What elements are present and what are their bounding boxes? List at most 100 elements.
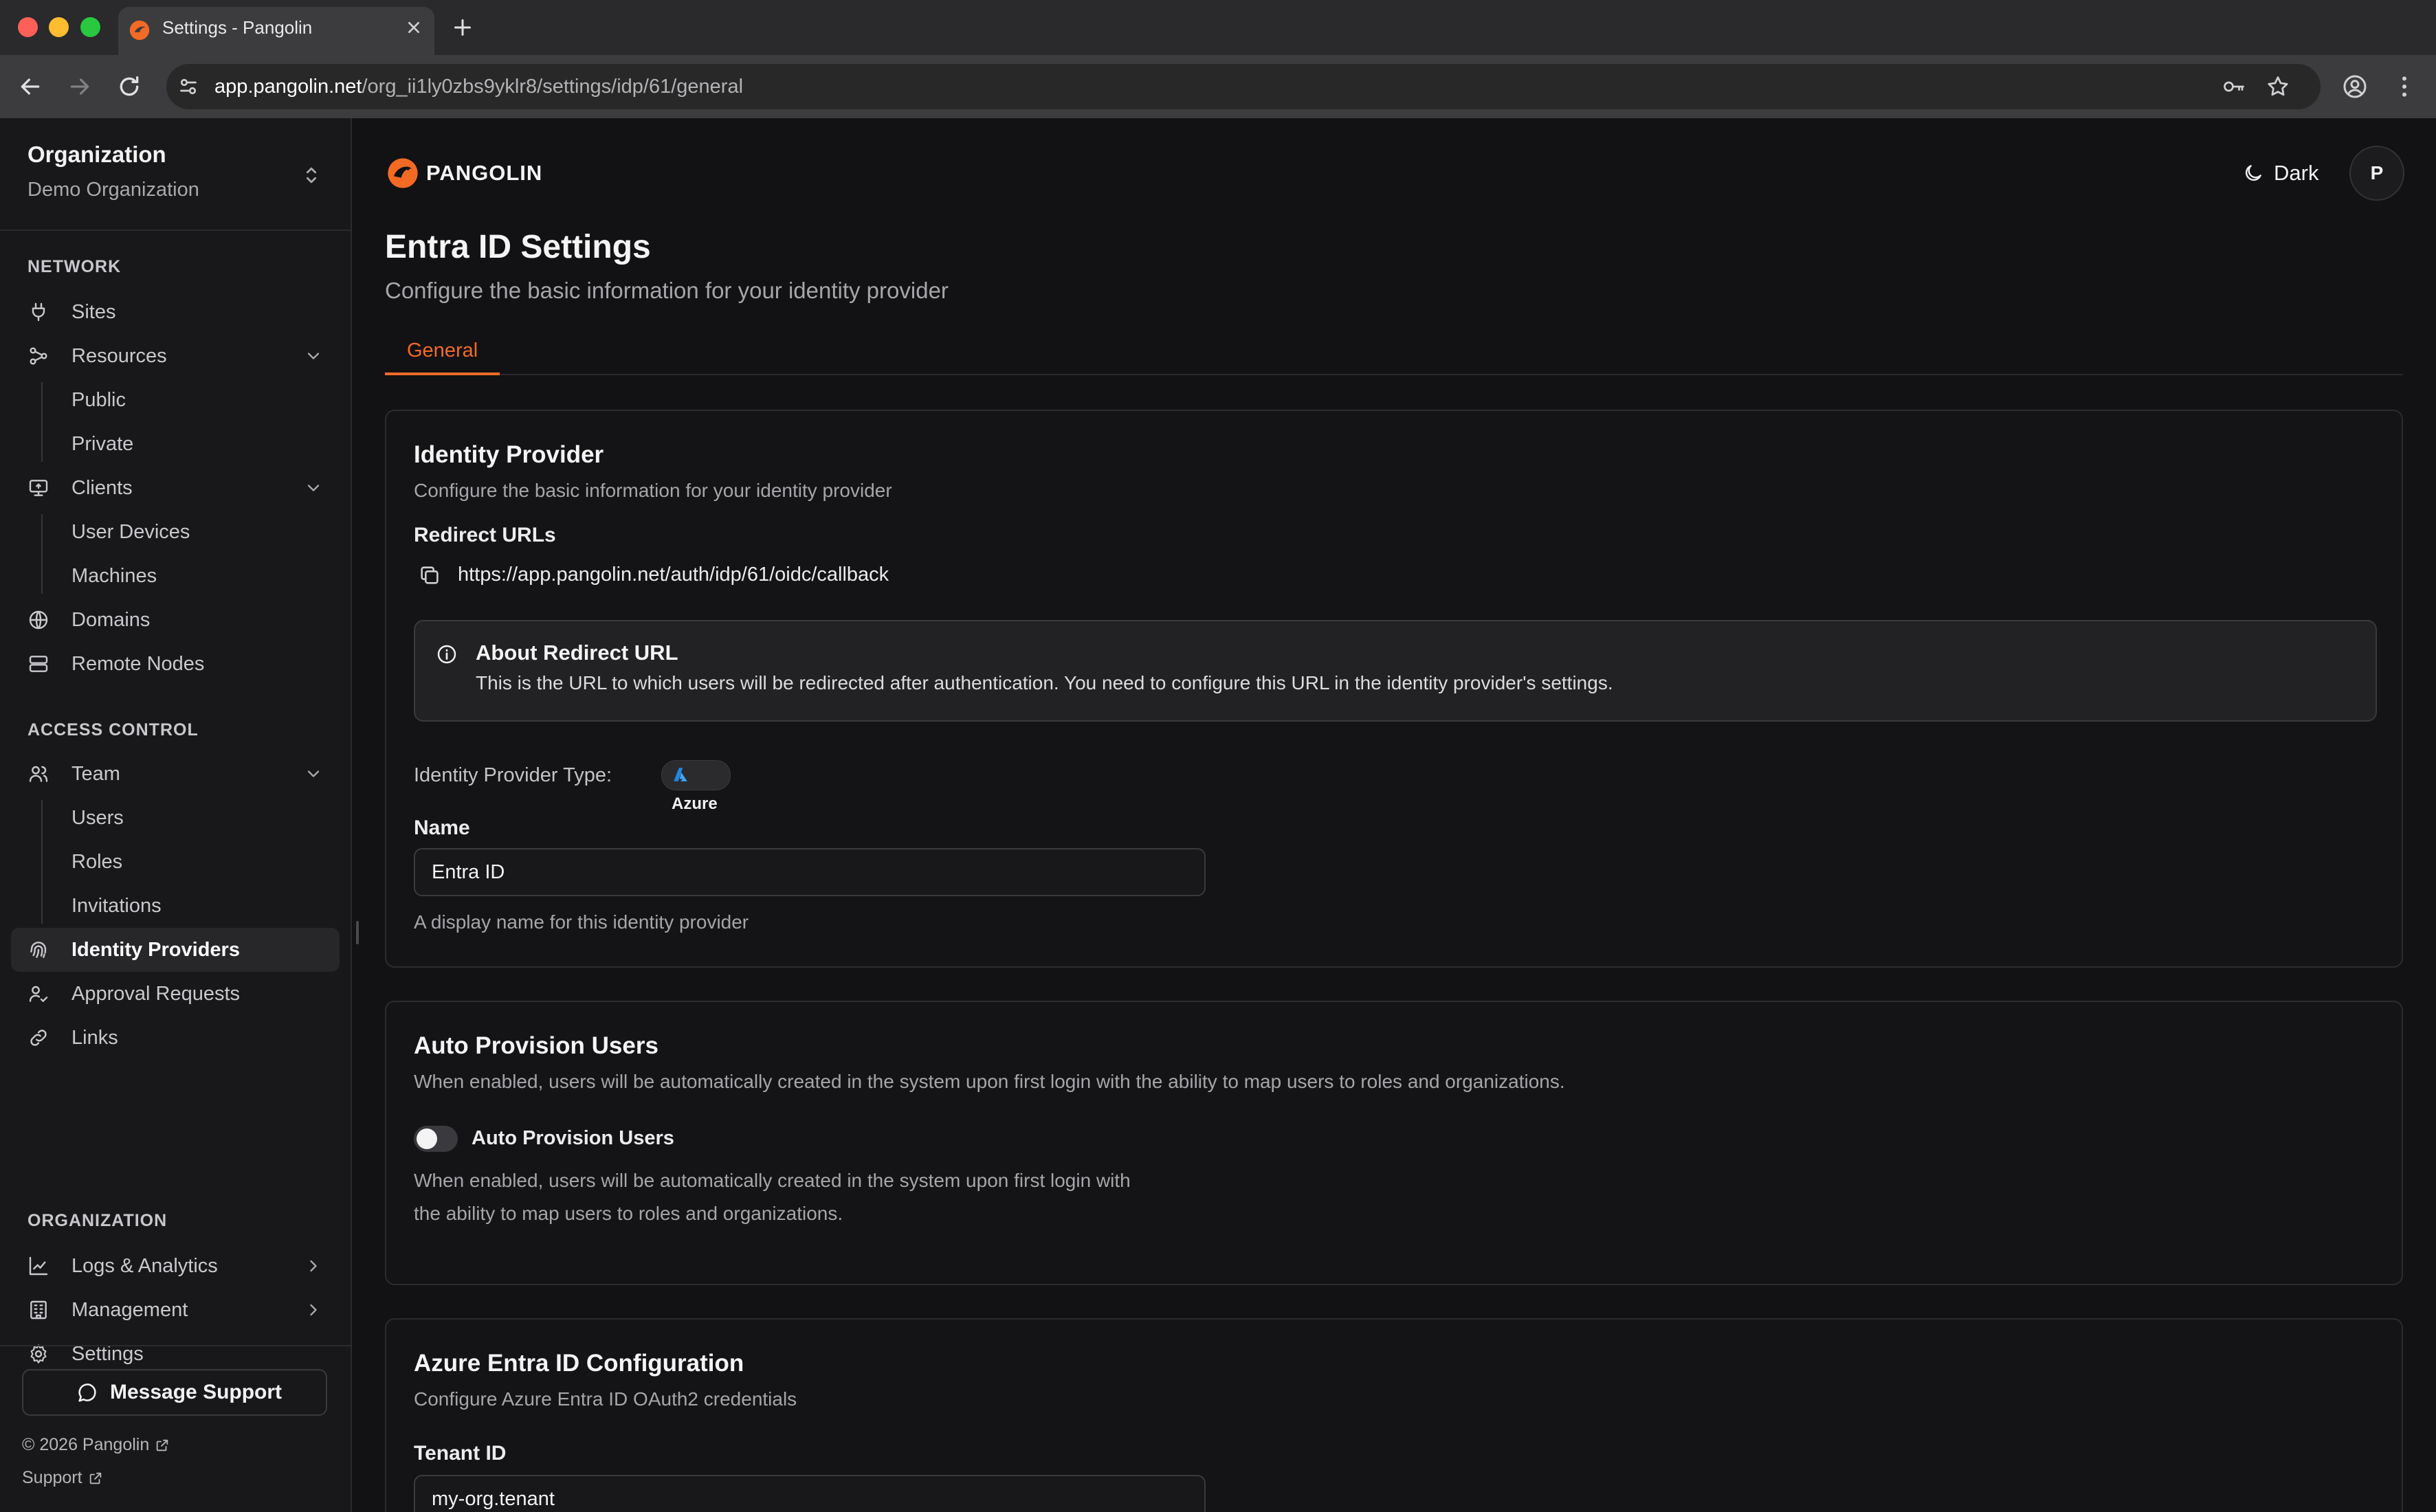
profile-icon[interactable] <box>2341 73 2369 100</box>
azure-config-card: Azure Entra ID Configuration Configure A… <box>385 1318 2403 1512</box>
users-icon <box>27 763 49 785</box>
main-content: PANGOLIN Dark P Entra ID Settings Config… <box>352 118 2436 1512</box>
sidebar-item-roles[interactable]: Roles <box>11 840 340 884</box>
sidebar-item-logs-analytics[interactable]: Logs & Analytics <box>11 1244 340 1288</box>
globe-icon <box>27 609 49 631</box>
sidebar-item-management[interactable]: Management <box>11 1288 340 1332</box>
chart-line-icon <box>27 1255 49 1277</box>
sidebar-item-public[interactable]: Public <box>11 378 340 422</box>
org-switcher[interactable]: Organization Demo Organization <box>27 142 323 210</box>
sidebar-item-label: Domains <box>71 609 151 631</box>
alert-text: This is the URL to which users will be r… <box>476 672 1613 693</box>
monitor-icon <box>27 477 49 499</box>
page-title: Entra ID Settings <box>385 229 651 265</box>
site-settings-icon[interactable] <box>176 74 201 99</box>
identity-provider-card: Identity Provider Configure the basic in… <box>385 410 2403 968</box>
sidebar-item-invitations[interactable]: Invitations <box>11 884 340 928</box>
chevron-right-icon <box>304 1300 323 1320</box>
redirect-url: https://app.pangolin.net/auth/idp/61/oid… <box>458 564 889 586</box>
name-input[interactable]: Entra ID <box>414 848 1206 896</box>
copy-icon[interactable] <box>418 564 441 587</box>
toggle-knob <box>417 1129 437 1149</box>
tab-general[interactable]: General <box>385 337 500 375</box>
password-key-icon[interactable] <box>2222 74 2246 99</box>
sidebar-item-label: Public <box>71 389 126 411</box>
auto-provision-toggle[interactable] <box>414 1126 458 1152</box>
sidebar-item-approval-requests[interactable]: Approval Requests <box>11 972 340 1016</box>
sidebar-item-users[interactable]: Users <box>11 796 340 840</box>
app-window: Organization Demo Organization NETWORK S… <box>0 118 2436 1512</box>
server-icon <box>27 653 49 675</box>
sidebar-item-label: Private <box>71 433 134 455</box>
sidebar-item-label: User Devices <box>71 521 190 543</box>
pangolin-logo-icon <box>385 155 421 191</box>
sidebar-item-label: Sites <box>71 301 116 323</box>
chevron-down-icon <box>304 478 323 498</box>
tabs: General <box>385 337 2403 375</box>
brand-name: PANGOLIN <box>426 161 543 185</box>
info-icon <box>436 643 458 665</box>
new-tab-icon[interactable] <box>450 15 475 40</box>
card-title: Auto Provision Users <box>414 1032 658 1059</box>
sidebar-item-private[interactable]: Private <box>11 422 340 466</box>
browser-menu-icon[interactable] <box>2391 73 2418 100</box>
bookmark-star-icon[interactable] <box>2266 74 2290 99</box>
reload-icon[interactable] <box>115 73 143 100</box>
redirect-urls-label: Redirect URLs <box>414 524 556 546</box>
copyright-link[interactable]: © 2026 Pangolin <box>22 1435 170 1455</box>
avatar[interactable]: P <box>2349 146 2404 201</box>
azure-icon <box>674 767 687 781</box>
address-bar[interactable]: app.pangolin.net/org_ii1ly0zbs9yklr8/set… <box>166 64 2321 109</box>
section-network: NETWORK <box>27 257 122 276</box>
window-close-button[interactable] <box>18 17 38 37</box>
sidebar-item-user-devices[interactable]: User Devices <box>11 510 340 554</box>
support-link[interactable]: Support <box>22 1468 103 1488</box>
sidebar-item-remote-nodes[interactable]: Remote Nodes <box>11 642 340 686</box>
auto-provision-toggle-label: Auto Provision Users <box>472 1127 674 1149</box>
window-zoom-button[interactable] <box>80 17 100 37</box>
alert-title: About Redirect URL <box>476 641 678 665</box>
sidebar-item-label: Links <box>71 1027 118 1049</box>
browser-toolbar: app.pangolin.net/org_ii1ly0zbs9yklr8/set… <box>0 55 2436 118</box>
tenant-id-input[interactable]: my-org.tenant <box>414 1475 1206 1512</box>
sidebar-item-label: Users <box>71 807 124 829</box>
sidebar-item-team[interactable]: Team <box>11 752 340 796</box>
plug-icon <box>27 301 49 323</box>
forward-icon[interactable] <box>66 73 93 100</box>
tab-close-icon[interactable] <box>403 16 425 38</box>
url-text: app.pangolin.net/org_ii1ly0zbs9yklr8/set… <box>214 76 744 98</box>
sidebar-item-identity-providers[interactable]: Identity Providers <box>11 928 340 972</box>
sidebar-item-label: Approval Requests <box>71 983 241 1005</box>
card-title: Azure Entra ID Configuration <box>414 1350 744 1377</box>
sidebar-item-label: Logs & Analytics <box>71 1255 218 1277</box>
back-icon[interactable] <box>16 73 44 100</box>
browser-tab-bar: Settings - Pangolin <box>0 0 2436 55</box>
tab-title: Settings - Pangolin <box>162 17 313 38</box>
sidebar-item-label: Identity Providers <box>71 939 240 961</box>
divider <box>0 230 351 231</box>
sidebar-item-label: Resources <box>71 345 167 367</box>
sidebar-item-label: Roles <box>71 851 123 873</box>
sidebar-item-machines[interactable]: Machines <box>11 554 340 598</box>
browser-tab[interactable]: Settings - Pangolin <box>118 7 434 55</box>
section-organization: ORGANIZATION <box>27 1211 168 1230</box>
sidebar-item-sites[interactable]: Sites <box>11 290 340 334</box>
message-support-label: Message Support <box>110 1381 283 1403</box>
name-label: Name <box>414 816 470 839</box>
window-minimize-button[interactable] <box>49 17 69 37</box>
sidebar-item-clients[interactable]: Clients <box>11 466 340 510</box>
building-icon <box>27 1299 49 1321</box>
chevron-right-icon <box>304 1256 323 1276</box>
sidebar-item-domains[interactable]: Domains <box>11 598 340 642</box>
external-link-icon <box>156 1440 168 1452</box>
sidebar-item-resources[interactable]: Resources <box>11 334 340 378</box>
chevrons-up-down-icon <box>300 164 323 187</box>
message-support-button[interactable]: Message Support <box>22 1369 327 1416</box>
fingerprint-icon <box>27 939 49 961</box>
link-icon <box>27 1027 49 1049</box>
sidebar-item-label: Remote Nodes <box>71 653 205 675</box>
sidebar-item-label: Clients <box>71 477 133 499</box>
auto-provision-card: Auto Provision Users When enabled, users… <box>385 1001 2403 1285</box>
sidebar-item-links[interactable]: Links <box>11 1016 340 1060</box>
page-subtitle: Configure the basic information for your… <box>385 278 949 303</box>
